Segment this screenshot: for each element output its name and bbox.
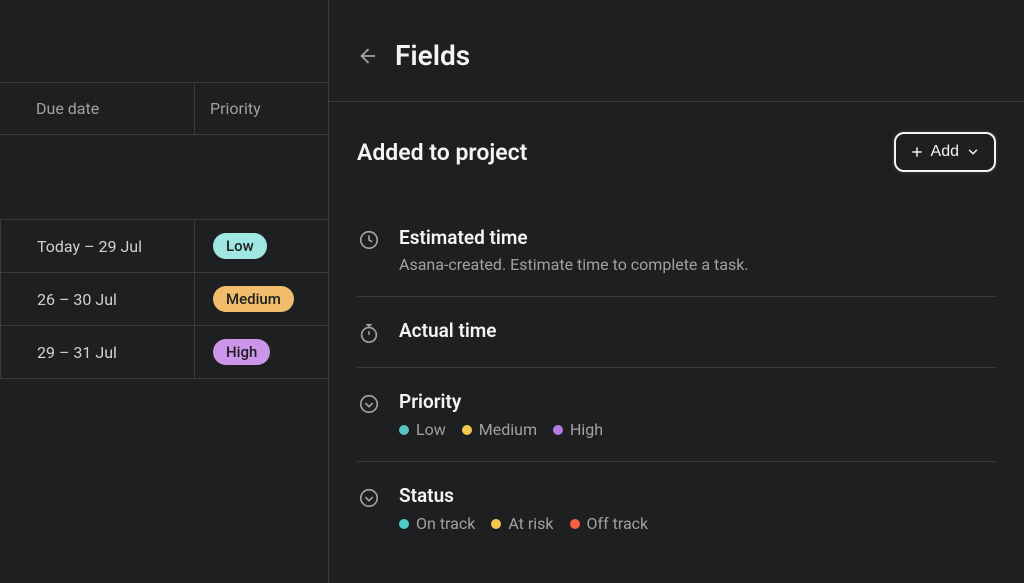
field-item-status[interactable]: Status On track At risk Off track xyxy=(357,462,996,555)
color-dot-icon xyxy=(462,425,472,435)
field-options: Low Medium High xyxy=(399,420,996,439)
back-arrow-icon[interactable] xyxy=(357,45,379,67)
color-dot-icon xyxy=(399,425,409,435)
field-option: Off track xyxy=(570,514,649,533)
panel-header: Fields xyxy=(329,0,1024,102)
field-description: Asana-created. Estimate time to complete… xyxy=(399,255,996,274)
table-header-row: Due date Priority xyxy=(0,82,328,135)
stopwatch-icon xyxy=(357,321,381,345)
field-body: Actual time xyxy=(399,319,996,342)
dropdown-field-icon xyxy=(357,486,381,510)
color-dot-icon xyxy=(491,519,501,529)
field-item-actual-time[interactable]: Actual time xyxy=(357,297,996,368)
section-title: Added to project xyxy=(357,139,527,166)
cell-priority[interactable]: High xyxy=(195,326,328,378)
option-label: High xyxy=(570,420,603,439)
table-row[interactable]: Today – 29 Jul Low xyxy=(0,220,328,273)
field-name-label: Priority xyxy=(399,390,996,413)
option-label: At risk xyxy=(508,514,553,533)
left-table-panel: Due date Priority Today – 29 Jul Low 26 … xyxy=(0,0,329,583)
priority-pill: Medium xyxy=(213,286,294,312)
cell-due-date[interactable]: 26 – 30 Jul xyxy=(0,273,195,325)
field-option: At risk xyxy=(491,514,553,533)
option-label: Off track xyxy=(587,514,649,533)
field-item-priority[interactable]: Priority Low Medium High xyxy=(357,368,996,462)
field-item-estimated-time[interactable]: Estimated time Asana-created. Estimate t… xyxy=(357,204,996,297)
panel-section: Added to project Add Estimated time Asan… xyxy=(329,102,1024,555)
dropdown-field-icon xyxy=(357,392,381,416)
panel-title: Fields xyxy=(395,39,470,72)
clock-icon xyxy=(357,228,381,252)
priority-pill: Low xyxy=(213,233,267,259)
color-dot-icon xyxy=(570,519,580,529)
option-label: Medium xyxy=(479,420,537,439)
color-dot-icon xyxy=(553,425,563,435)
col-header-priority[interactable]: Priority xyxy=(195,83,328,134)
add-button-label: Add xyxy=(931,143,959,161)
add-field-button[interactable]: Add xyxy=(894,132,996,172)
option-label: Low xyxy=(416,420,446,439)
field-option: Medium xyxy=(462,420,537,439)
color-dot-icon xyxy=(399,519,409,529)
fields-panel: Fields Added to project Add Estimated ti… xyxy=(329,0,1024,583)
field-body: Priority Low Medium High xyxy=(399,390,996,439)
col-header-due[interactable]: Due date xyxy=(0,83,195,134)
field-name-label: Actual time xyxy=(399,319,996,342)
field-options: On track At risk Off track xyxy=(399,514,996,533)
cell-due-date[interactable]: Today – 29 Jul xyxy=(0,220,195,272)
cell-due-date[interactable]: 29 – 31 Jul xyxy=(0,326,195,378)
left-spacer xyxy=(0,0,328,82)
field-option: High xyxy=(553,420,603,439)
chevron-down-icon xyxy=(966,145,980,159)
option-label: On track xyxy=(416,514,475,533)
field-body: Status On track At risk Off track xyxy=(399,484,996,533)
priority-pill: High xyxy=(213,339,270,365)
field-option: Low xyxy=(399,420,446,439)
cell-priority[interactable]: Low xyxy=(195,220,328,272)
field-option: On track xyxy=(399,514,475,533)
table-row[interactable]: 29 – 31 Jul High xyxy=(0,326,328,379)
section-header-row: Added to project Add xyxy=(357,132,996,172)
field-body: Estimated time Asana-created. Estimate t… xyxy=(399,226,996,274)
col-header-due-label: Due date xyxy=(36,99,99,118)
cell-priority[interactable]: Medium xyxy=(195,273,328,325)
plus-icon xyxy=(910,145,924,159)
table-rows: Today – 29 Jul Low 26 – 30 Jul Medium 29… xyxy=(0,220,328,379)
field-name-label: Status xyxy=(399,484,996,507)
table-row[interactable]: 26 – 30 Jul Medium xyxy=(0,273,328,326)
table-section-gap xyxy=(0,135,328,220)
field-name-label: Estimated time xyxy=(399,226,996,249)
col-header-priority-label: Priority xyxy=(210,99,261,118)
